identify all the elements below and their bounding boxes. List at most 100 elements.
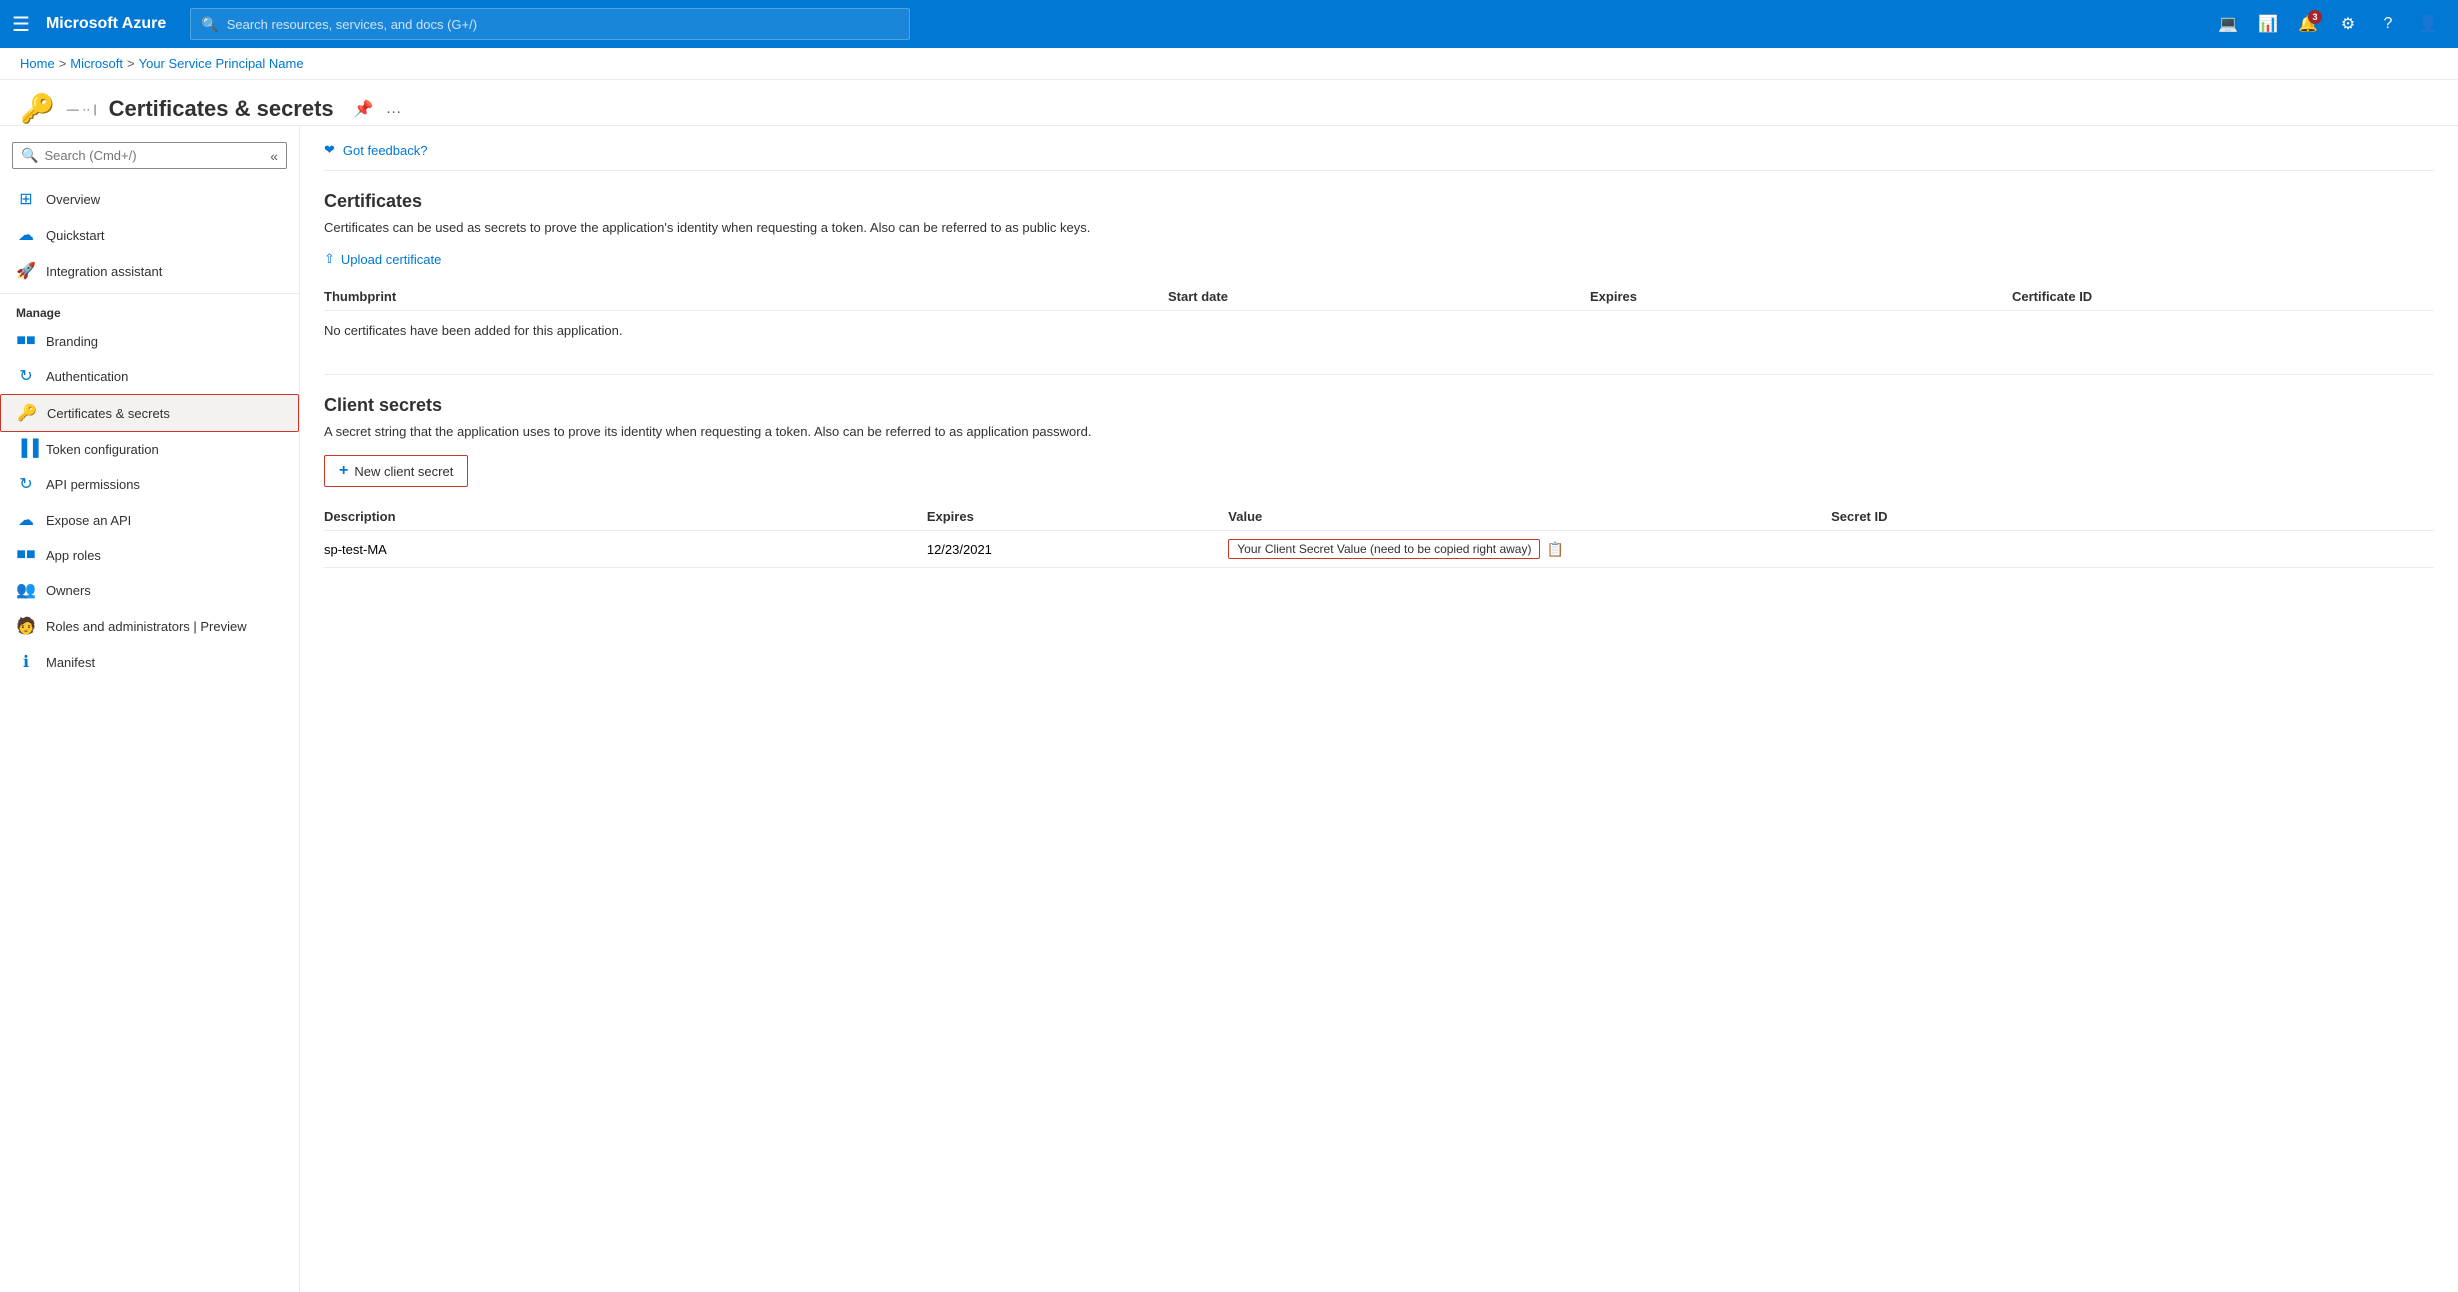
user-avatar[interactable]: 👤 [2410,6,2446,42]
sidebar-item-label: Integration assistant [46,264,162,279]
certificates-table: Thumbprint Start date Expires Certificat… [324,283,2434,350]
overview-icon: ⊞ [16,189,36,209]
col-expires: Expires [927,509,1228,524]
section-divider [324,374,2434,375]
plus-icon: + [339,462,348,480]
secret-expires: 12/23/2021 [927,542,1228,557]
sidebar-item-label: Quickstart [46,228,105,243]
secrets-table-header: Description Expires Value Secret ID [324,503,2434,531]
col-secret-id: Secret ID [1831,509,2434,524]
sidebar-item-roles-admins[interactable]: 🧑 Roles and administrators | Preview [0,608,299,644]
brand-name: Microsoft Azure [46,15,166,33]
app-name-subheader: — ·· | [67,102,97,116]
settings-icon[interactable]: ⚙ [2330,6,2366,42]
copy-icon[interactable]: 📋 [1546,541,1563,558]
client-secrets-section: Client secrets A secret string that the … [324,395,2434,568]
feedback-bar[interactable]: ❤ Got feedback? [324,142,2434,171]
client-secrets-desc: A secret string that the application use… [324,424,2434,439]
sidebar-item-label: Overview [46,192,100,207]
sidebar-item-label: App roles [46,548,101,563]
sidebar-item-label: Certificates & secrets [47,406,170,421]
notification-badge: 3 [2308,10,2322,24]
certificates-desc: Certificates can be used as secrets to p… [324,220,2434,235]
sidebar-item-owners[interactable]: 👥 Owners [0,572,299,608]
col-cert-id: Certificate ID [2012,289,2434,304]
col-value: Value [1228,509,1831,524]
upload-certificate-button[interactable]: ⇧ Upload certificate [324,251,2434,267]
certificates-section: Certificates Certificates can be used as… [324,191,2434,350]
sidebar-item-label: API permissions [46,477,140,492]
cloud-shell-icon[interactable]: 💻 [2210,6,2246,42]
sidebar-item-expose-api[interactable]: ☁ Expose an API [0,502,299,538]
sidebar-item-api-permissions[interactable]: ↻ API permissions [0,466,299,502]
sidebar-item-authentication[interactable]: ↻ Authentication [0,358,299,394]
col-description: Description [324,509,927,524]
main-content: ❤ Got feedback? Certificates Certificate… [300,126,2458,1292]
feedback-text: Got feedback? [343,143,428,158]
client-secrets-title: Client secrets [324,395,2434,416]
manage-section-label: Manage [0,298,299,324]
sidebar-search-icon: 🔍 [21,147,38,164]
sidebar-item-manifest[interactable]: ℹ Manifest [0,644,299,680]
secret-row: sp-test-MA 12/23/2021 Your Client Secret… [324,531,2434,568]
portal-settings-icon[interactable]: 📊 [2250,6,2286,42]
sidebar-item-label: Roles and administrators | Preview [46,619,247,634]
new-secret-label: New client secret [354,464,453,479]
search-icon: 🔍 [201,16,218,33]
search-input[interactable] [227,17,900,32]
col-expires: Expires [1590,289,2012,304]
authentication-icon: ↻ [16,366,36,386]
global-search-bar[interactable]: 🔍 [190,8,910,40]
breadcrumb-microsoft[interactable]: Microsoft [70,56,123,71]
sidebar-item-branding[interactable]: ■■ Branding [0,324,299,358]
token-icon: ▐▐ [16,440,36,458]
sidebar-item-token[interactable]: ▐▐ Token configuration [0,432,299,466]
secret-description: sp-test-MA [324,542,927,557]
manifest-icon: ℹ [16,652,36,672]
quickstart-icon: ☁ [16,225,36,245]
sidebar-item-overview[interactable]: ⊞ Overview [0,181,299,217]
page-icon: 🔑 [20,92,55,125]
upload-icon: ⇧ [324,251,335,267]
pin-icon[interactable]: 📌 [354,99,374,119]
sidebar: 🔍 « ⊞ Overview ☁ Quickstart 🚀 Integratio… [0,126,300,1292]
sidebar-item-certificates[interactable]: 🔑 Certificates & secrets [0,394,299,432]
sidebar-item-app-roles[interactable]: ■■ App roles [0,538,299,572]
col-thumbprint: Thumbprint [324,289,1168,304]
api-permissions-icon: ↻ [16,474,36,494]
breadcrumb-home[interactable]: Home [20,56,55,71]
more-options-icon[interactable]: … [386,100,402,118]
sidebar-item-label: Expose an API [46,513,131,528]
sidebar-item-label: Owners [46,583,91,598]
expose-api-icon: ☁ [16,510,36,530]
certs-table-header: Thumbprint Start date Expires Certificat… [324,283,2434,311]
sidebar-item-quickstart[interactable]: ☁ Quickstart [0,217,299,253]
page-header: 🔑 — ·· | Certificates & secrets 📌 … [0,80,2458,126]
divider [0,293,299,294]
nav-icons: 💻 📊 🔔 3 ⚙ ? 👤 [2210,6,2446,42]
hamburger-icon[interactable]: ☰ [12,12,30,37]
certificates-title: Certificates [324,191,2434,212]
sidebar-search-input[interactable] [44,148,264,163]
no-certificates-message: No certificates have been added for this… [324,311,2434,350]
breadcrumb: Home > Microsoft > Your Service Principa… [0,48,2458,80]
sidebar-item-integration[interactable]: 🚀 Integration assistant [0,253,299,289]
roles-admins-icon: 🧑 [16,616,36,636]
sidebar-item-label: Authentication [46,369,128,384]
sidebar-item-label: Manifest [46,655,95,670]
page-title: Certificates & secrets [109,96,334,122]
new-client-secret-button[interactable]: + New client secret [324,455,468,487]
notifications-icon[interactable]: 🔔 3 [2290,6,2326,42]
heart-icon: ❤ [324,142,335,158]
integration-icon: 🚀 [16,261,36,281]
secret-value-box: Your Client Secret Value (need to be cop… [1228,539,1831,559]
breadcrumb-service-principal[interactable]: Your Service Principal Name [139,56,304,71]
secrets-table: Description Expires Value Secret ID sp-t… [324,503,2434,568]
help-icon[interactable]: ? [2370,6,2406,42]
certificates-icon: 🔑 [17,403,37,423]
sidebar-item-label: Branding [46,334,98,349]
collapse-icon[interactable]: « [270,148,278,164]
top-nav: ☰ Microsoft Azure 🔍 💻 📊 🔔 3 ⚙ ? 👤 [0,0,2458,48]
sidebar-item-label: Token configuration [46,442,159,457]
app-roles-icon: ■■ [16,546,36,564]
